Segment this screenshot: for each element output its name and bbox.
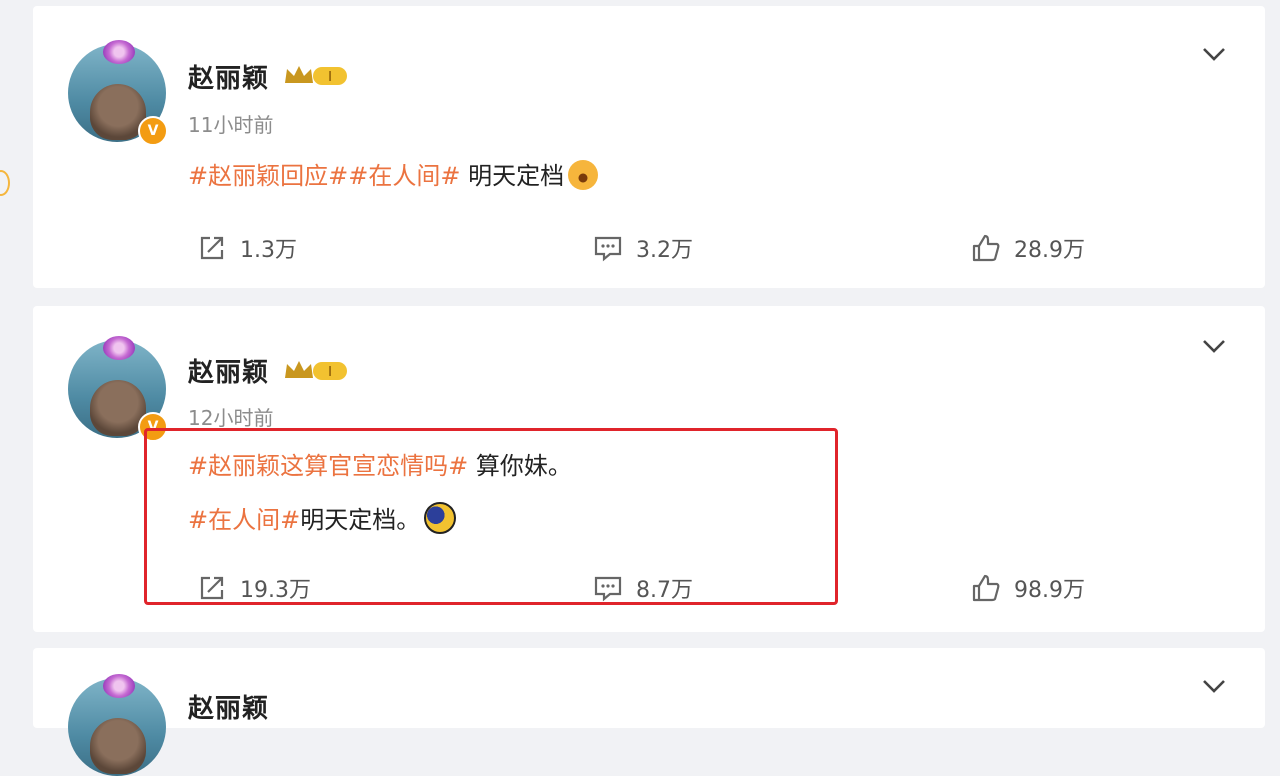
comment-button[interactable]: 3.2万 [592, 232, 693, 264]
post-text-line: #在人间#明天定档。 [188, 502, 457, 534]
svg-text:I: I [328, 70, 332, 85]
hashtag-link[interactable]: #赵丽颖这算官宣恋情吗# [188, 452, 468, 480]
svg-text:I: I [328, 365, 332, 380]
moon-emoji-icon [424, 502, 457, 534]
author-name[interactable]: 赵丽颖 [188, 352, 269, 389]
post-time: 12小时前 [188, 406, 274, 430]
avatar[interactable]: V [68, 40, 168, 146]
chevron-down-icon[interactable] [1200, 336, 1228, 356]
repost-icon [200, 576, 224, 600]
chevron-down-icon[interactable] [1200, 44, 1228, 64]
post-text-line: #赵丽颖这算官宣恋情吗# 算你妹。 [188, 452, 572, 480]
comment-button[interactable]: 8.7万 [592, 572, 693, 604]
flower-icon [103, 336, 135, 360]
thumbs-up-icon [972, 234, 1000, 262]
chevron-down-icon[interactable] [1200, 676, 1228, 696]
avatar[interactable]: V [68, 336, 168, 442]
hashtag-link[interactable]: #赵丽颖回应# [188, 162, 348, 190]
flower-icon [103, 674, 135, 698]
author-name[interactable]: 赵丽颖 [188, 688, 269, 725]
verified-icon: V [138, 412, 168, 442]
comment-icon [594, 576, 622, 602]
verified-icon: V [138, 116, 168, 146]
avatar[interactable] [68, 674, 166, 776]
hashtag-link[interactable]: #在人间# [188, 506, 300, 534]
post-card: V 赵丽颖 I 11小时前 #赵丽颖回应##在人间# 明天定档 1.3万 3.2… [33, 6, 1265, 288]
post-text: #赵丽颖回应##在人间# 明天定档 [188, 160, 599, 190]
post-card: V 赵丽颖 I 12小时前 #赵丽颖这算官宣恋情吗# 算你妹。 #在人间#明天定… [33, 306, 1265, 632]
repost-icon [200, 236, 224, 260]
thumbs-up-icon [972, 574, 1000, 602]
flower-icon [103, 40, 135, 64]
scream-emoji-icon [568, 160, 599, 190]
repost-button[interactable]: 19.3万 [196, 572, 311, 604]
post-card: 赵丽颖 [33, 648, 1265, 776]
like-button[interactable]: 28.9万 [970, 232, 1085, 264]
comment-icon [594, 236, 622, 262]
crown-level-icon: I [285, 361, 347, 380]
partial-badge-icon [0, 170, 10, 196]
like-button[interactable]: 98.9万 [970, 572, 1085, 604]
repost-button[interactable]: 1.3万 [196, 232, 297, 264]
crown-level-icon: I [285, 66, 347, 85]
hashtag-link[interactable]: #在人间# [348, 162, 460, 190]
post-time: 11小时前 [188, 113, 274, 137]
author-name[interactable]: 赵丽颖 [188, 58, 269, 95]
